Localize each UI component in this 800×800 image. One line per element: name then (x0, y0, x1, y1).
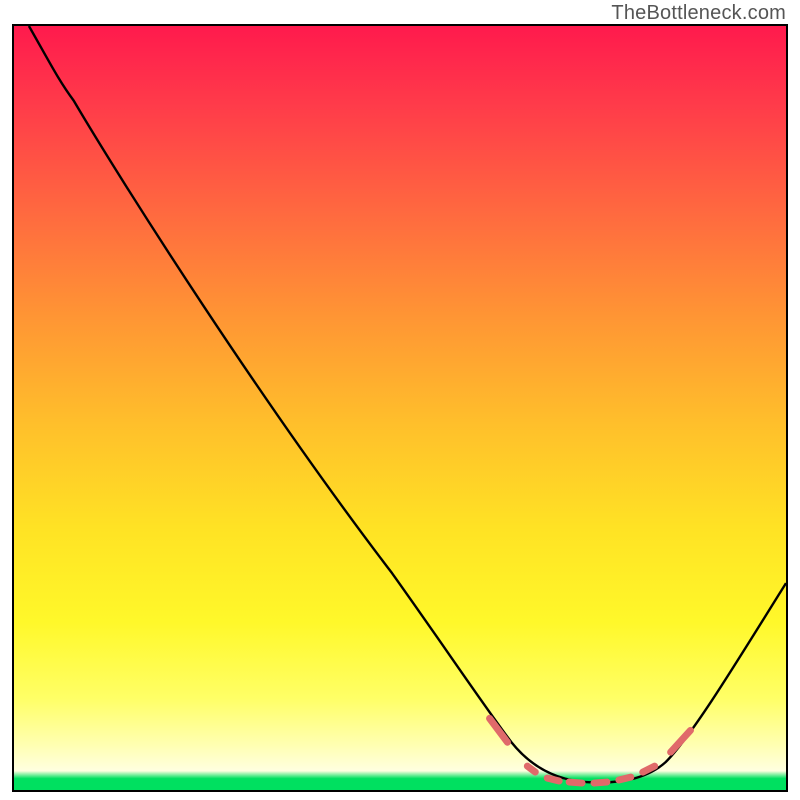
watermark-text: TheBottleneck.com (611, 2, 786, 25)
chart-svg (14, 26, 786, 790)
bottleneck-curve-path (29, 26, 786, 783)
chart-frame (12, 24, 788, 792)
